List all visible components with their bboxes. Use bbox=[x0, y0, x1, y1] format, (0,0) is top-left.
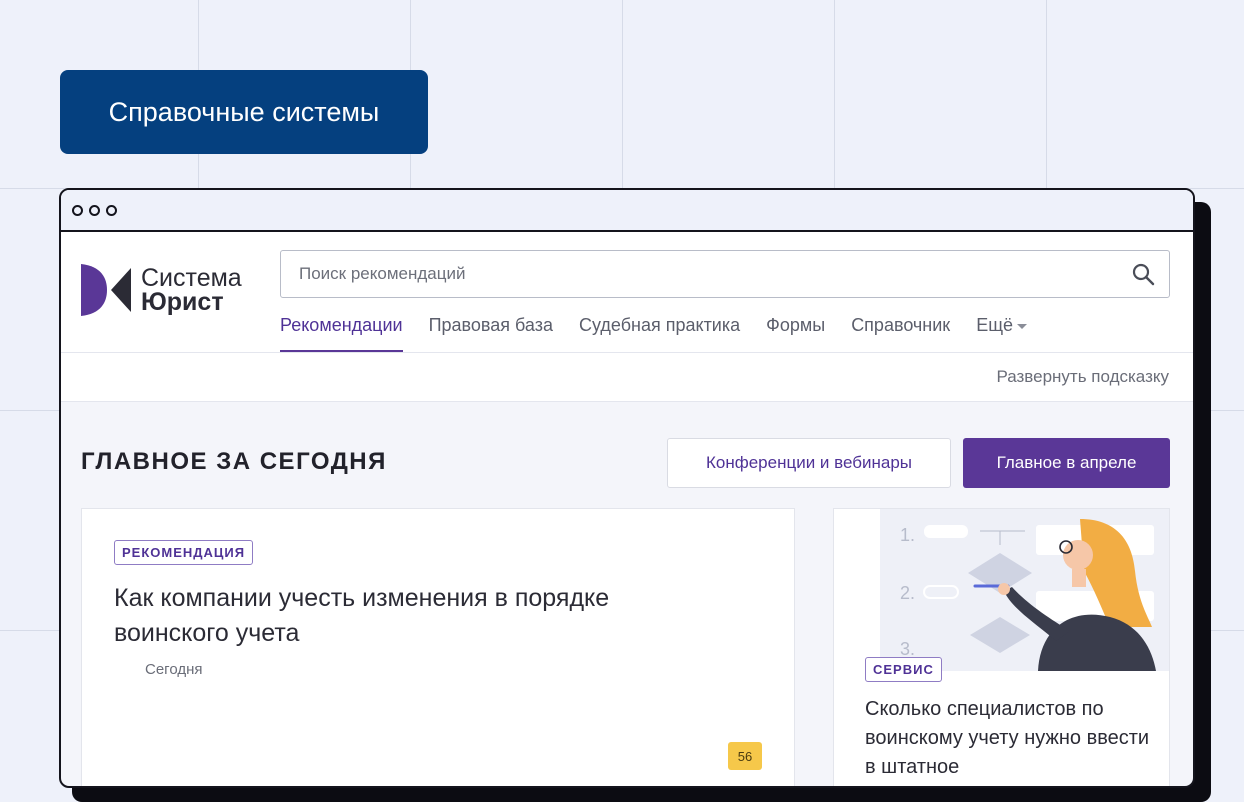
card-title[interactable]: Как компании учесть изменения в порядке … bbox=[114, 581, 714, 651]
window-dot-icon bbox=[72, 204, 83, 216]
nav-item-recommendations[interactable]: Рекомендации bbox=[280, 312, 403, 352]
window-dot-icon bbox=[89, 204, 100, 216]
logo-mark-icon bbox=[81, 264, 131, 316]
hint-bar: Развернуть подсказку bbox=[61, 353, 1193, 402]
illustration-label: 2. bbox=[900, 583, 915, 603]
card-tag: РЕКОМЕНДАЦИЯ bbox=[114, 540, 254, 565]
app-header: Система Юрист Рекомендации Правовая база… bbox=[61, 232, 1193, 353]
main-nav: Рекомендации Правовая база Судебная прак… bbox=[280, 312, 1053, 352]
main-in-april-button[interactable]: Главное в апреле bbox=[963, 438, 1170, 488]
nav-item-legal-base[interactable]: Правовая база bbox=[429, 312, 553, 352]
browser-window: Система Юрист Рекомендации Правовая база… bbox=[59, 188, 1195, 788]
window-titlebar bbox=[61, 190, 1193, 232]
window-dot-icon bbox=[106, 204, 117, 216]
nav-item-court-practice[interactable]: Судебная практика bbox=[579, 312, 740, 352]
illustration-woman-flowchart-icon: 1. 2. 3. bbox=[880, 509, 1169, 671]
service-card[interactable]: 1. 2. 3. СЕРВИС Сколько специалистов по … bbox=[833, 508, 1170, 786]
section-title: ГЛАВНОЕ ЗА СЕГОДНЯ bbox=[81, 448, 387, 475]
nav-item-label: Судебная практика bbox=[579, 315, 741, 335]
hero-badge-label: Справочные системы bbox=[108, 96, 380, 127]
nav-item-label: Правовая база bbox=[428, 315, 553, 335]
card-tag: СЕРВИС bbox=[865, 657, 942, 682]
card-title[interactable]: Сколько специалистов по воинскому учету … bbox=[865, 695, 1155, 782]
logo-text: Система Юрист bbox=[141, 264, 242, 316]
nav-item-label: Рекомендации bbox=[280, 315, 403, 335]
logo-line-2: Юрист bbox=[141, 288, 224, 316]
conferences-button[interactable]: Конференции и вебинары bbox=[667, 438, 951, 488]
recommendation-card[interactable]: РЕКОМЕНДАЦИЯ Как компании учесть изменен… bbox=[81, 508, 795, 786]
nav-item-reference[interactable]: Справочник bbox=[851, 312, 950, 352]
nav-item-more[interactable]: Ещё bbox=[976, 312, 1028, 352]
illustration-label: 3. bbox=[900, 639, 915, 659]
search-box bbox=[280, 250, 1170, 298]
nav-item-forms[interactable]: Формы bbox=[766, 312, 825, 352]
count-badge: 56 bbox=[728, 742, 762, 770]
chevron-down-icon bbox=[1017, 323, 1028, 329]
search-input[interactable] bbox=[297, 263, 1131, 285]
illustration-label: 1. bbox=[900, 525, 915, 545]
hero-badge: Справочные системы bbox=[60, 70, 428, 154]
logo[interactable]: Система Юрист bbox=[81, 264, 242, 316]
nav-item-label: Формы bbox=[766, 315, 826, 335]
card-date: Сегодня bbox=[145, 661, 203, 678]
nav-item-label: Ещё bbox=[976, 315, 1014, 335]
nav-item-label: Справочник bbox=[851, 315, 951, 335]
search-icon[interactable] bbox=[1131, 262, 1155, 286]
expand-hint-link[interactable]: Развернуть подсказку bbox=[996, 367, 1169, 387]
